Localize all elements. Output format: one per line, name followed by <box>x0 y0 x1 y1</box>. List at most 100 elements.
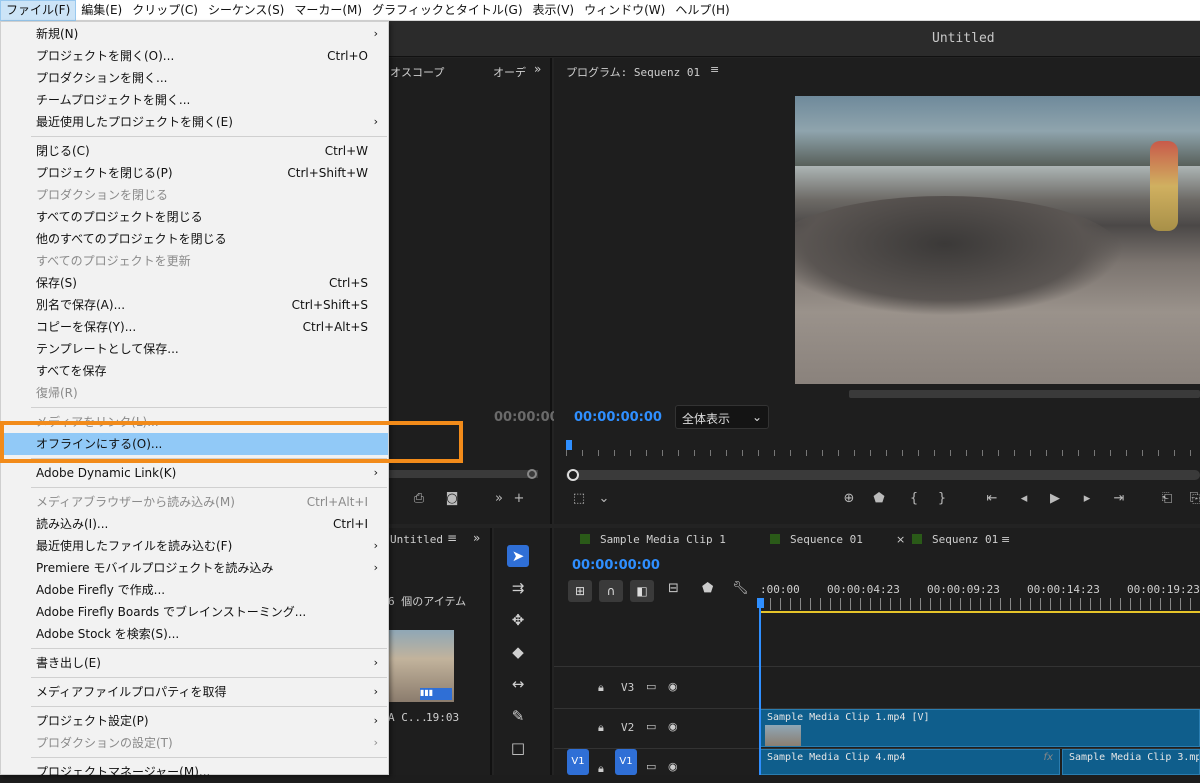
overflow-icon[interactable]: » <box>490 490 508 508</box>
linked-selection-icon[interactable]: ◧ <box>630 580 654 602</box>
source-patch-v1[interactable]: V1 <box>567 749 589 775</box>
eye-icon[interactable]: ◉ <box>668 680 678 693</box>
marker-icon[interactable]: ⬟ <box>870 490 888 508</box>
zoom-icon[interactable]: ⊕ <box>840 490 858 508</box>
menu-item-import-recent[interactable]: 最近使用したファイルを読み込む(F) › <box>2 535 388 557</box>
menu-edit[interactable]: 編集(E) <box>76 0 127 21</box>
menu-item-import-mobile[interactable]: Premiere モバイルプロジェクトを読み込み › <box>2 557 388 579</box>
fit-dropdown[interactable]: 全体表示 ⌄ <box>675 405 769 429</box>
menu-window[interactable]: ウィンドウ(W) <box>579 0 670 21</box>
play-icon[interactable]: ▶ <box>1046 490 1064 508</box>
timeline-playhead-line[interactable] <box>759 598 761 775</box>
timeline-tab-sequenz01[interactable]: Sequenz 01 <box>932 533 998 546</box>
menu-marker[interactable]: マーカー(M) <box>289 0 367 21</box>
overflow-icon[interactable]: » <box>473 531 480 545</box>
menu-clip[interactable]: クリップ(C) <box>127 0 203 21</box>
menu-sequence[interactable]: シーケンス(S) <box>203 0 289 21</box>
menu-item-firefly[interactable]: Adobe Firefly で作成... <box>2 579 388 601</box>
camera-icon[interactable]: ▭ <box>646 760 656 773</box>
mark-out-icon[interactable]: } <box>933 490 951 508</box>
mark-in-icon[interactable]: { <box>905 490 923 508</box>
menu-item-close[interactable]: 閉じる(C) Ctrl+W <box>2 140 388 162</box>
menu-item-export[interactable]: 書き出し(E) › <box>2 652 388 674</box>
program-tab[interactable]: プログラム: Sequenz 01 <box>566 64 700 80</box>
menu-item-adobe-stock[interactable]: Adobe Stock を検索(S)... <box>2 623 388 645</box>
nest-icon[interactable]: ⊞ <box>568 580 592 602</box>
marker-icon[interactable]: ⬟ <box>702 581 713 596</box>
menu-item-project-manager[interactable]: プロジェクトマネージャー(M)... <box>2 761 388 783</box>
camera-icon[interactable]: ▭ <box>646 720 656 733</box>
menu-item-close-other-projects[interactable]: 他のすべてのプロジェクトを閉じる <box>2 228 388 250</box>
pen-tool-icon[interactable]: ✎ <box>507 705 529 727</box>
eye-icon[interactable]: ◉ <box>668 760 678 773</box>
menu-item-new[interactable]: 新規(N) › <box>2 23 388 45</box>
rectangle-tool-icon[interactable]: □ <box>507 737 529 759</box>
slip-tool-icon[interactable]: ↔ <box>507 673 529 695</box>
lift-icon[interactable]: ⎗ <box>1158 490 1176 508</box>
hamburger-icon[interactable]: ≡ <box>447 531 457 545</box>
menu-item-media-properties[interactable]: メディアファイルプロパティを取得 › <box>2 681 388 703</box>
menu-graphics[interactable]: グラフィックとタイトル(G) <box>367 0 527 21</box>
menu-item-open-team-project[interactable]: チームプロジェクトを開く... <box>2 89 388 111</box>
program-scrub-knob[interactable] <box>567 469 579 481</box>
go-to-in-icon[interactable]: ⇤ <box>983 490 1001 508</box>
menu-item-open-project[interactable]: プロジェクトを開く(O)... Ctrl+O <box>2 45 388 67</box>
timeline-tab-clip1[interactable]: Sample Media Clip 1 <box>600 533 726 546</box>
program-time-ruler[interactable] <box>566 440 1200 460</box>
lock-icon[interactable]: 🔒︎ <box>598 762 604 776</box>
lock-icon[interactable]: 🔒︎ <box>598 721 604 735</box>
source-scrubber[interactable] <box>388 470 538 478</box>
add-edit-icon[interactable]: ⊟ <box>668 581 679 596</box>
selection-tool-icon[interactable]: ➤ <box>507 545 529 567</box>
work-area-bar[interactable] <box>760 611 1200 613</box>
project-tab[interactable]: Untitled <box>390 533 443 546</box>
menu-item-project-settings[interactable]: プロジェクト設定(P) › <box>2 710 388 732</box>
safe-margins-icon[interactable]: ⬚ <box>570 490 588 508</box>
menu-item-close-all-projects[interactable]: すべてのプロジェクトを閉じる <box>2 206 388 228</box>
menu-item-close-project[interactable]: プロジェクトを閉じる(P) Ctrl+Shift+W <box>2 162 388 184</box>
wrench-icon[interactable]: 🔧︎ <box>732 581 749 596</box>
close-icon[interactable]: × <box>896 533 905 546</box>
program-scrollbar[interactable] <box>849 390 1200 398</box>
razor-tool-icon[interactable]: ◆ <box>507 641 529 663</box>
menu-item-save-template[interactable]: テンプレートとして保存... <box>2 338 388 360</box>
go-to-out-icon[interactable]: ⇥ <box>1110 490 1128 508</box>
extract-icon[interactable]: ⎘ <box>1186 490 1200 508</box>
snap-icon[interactable]: ∩ <box>599 580 623 602</box>
menu-item-save-as[interactable]: 別名で保存(A)... Ctrl+Shift+S <box>2 294 388 316</box>
menu-help[interactable]: ヘルプ(H) <box>670 0 734 21</box>
lock-icon[interactable]: 🔒︎ <box>598 681 604 695</box>
menu-item-dynamic-link[interactable]: Adobe Dynamic Link(K) › <box>2 462 388 484</box>
camera-icon[interactable]: ◙ <box>443 490 461 508</box>
menu-item-save-copy[interactable]: コピーを保存(Y)... Ctrl+Alt+S <box>2 316 388 338</box>
track-select-tool-icon[interactable]: ⇉ <box>507 577 529 599</box>
timeline-clip[interactable]: Sample Media Clip 4.mp4 fx <box>760 749 1060 775</box>
menu-item-make-offline[interactable]: オフラインにする(O)... <box>2 433 388 455</box>
source-scrub-knob[interactable] <box>527 469 537 479</box>
timeline-playhead[interactable] <box>757 598 764 608</box>
menu-item-recent-projects[interactable]: 最近使用したプロジェクトを開く(E) › <box>2 111 388 133</box>
add-button-icon[interactable]: + <box>510 490 528 508</box>
program-playhead[interactable] <box>566 440 572 450</box>
timeline-ruler[interactable] <box>760 598 1200 610</box>
camera-icon[interactable]: ▭ <box>646 680 656 693</box>
timeline-timecode[interactable]: 00:00:00:00 <box>572 558 660 573</box>
ripple-edit-tool-icon[interactable]: ✥ <box>507 609 529 631</box>
export-frame-icon[interactable]: ⎙ <box>410 490 428 508</box>
track-target-v1[interactable]: V1 <box>615 749 637 775</box>
timeline-tab-sequence01[interactable]: Sequence 01 <box>790 533 863 546</box>
step-back-icon[interactable]: ◂ <box>1015 490 1033 508</box>
panel-overflow-icon[interactable]: » <box>534 62 541 76</box>
step-forward-icon[interactable]: ▸ <box>1078 490 1096 508</box>
program-scrubber[interactable] <box>566 470 1200 480</box>
menu-file[interactable]: ファイル(F) <box>0 0 77 21</box>
menu-view[interactable]: 表示(V) <box>528 0 580 21</box>
timeline-clip[interactable]: Sample Media Clip 1.mp4 [V] <box>760 709 1200 747</box>
eye-icon[interactable]: ◉ <box>668 720 678 733</box>
hamburger-icon[interactable]: ≡ <box>710 63 719 76</box>
menu-item-import[interactable]: 読み込み(I)... Ctrl+I <box>2 513 388 535</box>
hamburger-icon[interactable]: ≡ <box>1001 533 1010 546</box>
chevron-down-icon[interactable]: ⌄ <box>595 490 613 508</box>
tab-audio[interactable]: オーデ <box>493 64 526 80</box>
timeline-clip[interactable]: Sample Media Clip 3.mp4 <box>1062 749 1200 775</box>
